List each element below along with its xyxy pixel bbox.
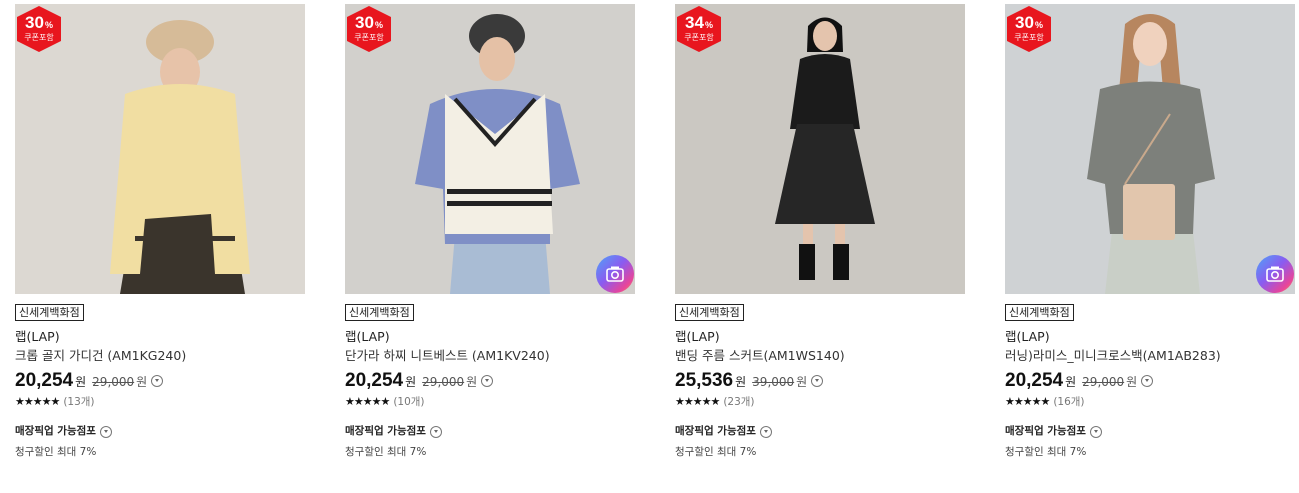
original-price: 39,000 xyxy=(752,375,795,389)
product-name[interactable]: 밴딩 주름 스커트(AM1WS140) xyxy=(675,348,965,364)
store-tag: 신세계백화점 xyxy=(1005,304,1074,321)
currency-label: 원 xyxy=(796,375,808,389)
brand-name[interactable]: 랩(LAP) xyxy=(345,329,635,345)
discount-badge: 30% 쿠폰포함 xyxy=(17,6,61,52)
store-pickup-link[interactable]: 매장픽업 가능점포 xyxy=(1005,423,1295,438)
sale-price: 25,536 xyxy=(675,370,734,391)
sale-price: 20,254 xyxy=(1005,370,1064,391)
pickup-label: 매장픽업 가능점포 xyxy=(675,425,756,437)
price-row: 20,254 원 29,000 원 xyxy=(15,370,305,392)
camera-review-icon[interactable] xyxy=(1256,255,1294,293)
product-name[interactable]: 러닝)라미스_미니크로스백(AM1AB283) xyxy=(1005,348,1295,364)
price-row: 25,536 원 39,000 원 xyxy=(675,370,965,392)
product-name[interactable]: 단가라 하찌 니트베스트 (AM1KV240) xyxy=(345,348,635,364)
review-count[interactable]: (10개) xyxy=(393,394,424,409)
chevron-down-circle-icon[interactable] xyxy=(99,425,112,438)
billing-discount: 청구할인 최대 7% xyxy=(15,446,97,458)
sale-price: 20,254 xyxy=(345,370,404,391)
store-pickup-link[interactable]: 매장픽업 가능점포 xyxy=(15,423,305,438)
product-card[interactable]: 30% 쿠폰포함 신세계백화점 랩(LAP) 러닝)라미스_미니크로스백(AM1… xyxy=(1005,4,1295,459)
currency-label: 원 xyxy=(735,375,747,389)
review-count[interactable]: (13개) xyxy=(63,394,94,409)
rating: ★★★★★ (13개) xyxy=(15,394,305,408)
coupon-included-label: 쿠폰포함 xyxy=(1014,33,1044,42)
discount-badge: 30% 쿠폰포함 xyxy=(1007,6,1051,52)
product-card[interactable]: 30% 쿠폰포함 신세계백화점 랩(LAP) 크롭 골지 가디건 (AM1KG2… xyxy=(15,4,305,459)
star-rating: ★★★★★ xyxy=(345,394,390,408)
currency-label: 원 xyxy=(466,375,478,389)
product-image[interactable]: 30% 쿠폰포함 xyxy=(1005,4,1295,294)
pickup-label: 매장픽업 가능점포 xyxy=(345,425,426,437)
chevron-down-circle-icon[interactable] xyxy=(759,425,772,438)
store-tag: 신세계백화점 xyxy=(15,304,84,321)
camera-review-icon[interactable] xyxy=(596,255,634,293)
store-tag: 신세계백화점 xyxy=(675,304,744,321)
review-count[interactable]: (23개) xyxy=(723,394,754,409)
chevron-down-circle-icon[interactable] xyxy=(429,425,442,438)
billing-discount: 청구할인 최대 7% xyxy=(675,446,757,458)
store-tag: 신세계백화점 xyxy=(345,304,414,321)
product-image[interactable]: 30% 쿠폰포함 xyxy=(345,4,635,294)
billing-discount: 청구할인 최대 7% xyxy=(345,446,427,458)
rating: ★★★★★ (16개) xyxy=(1005,394,1295,408)
pickup-label: 매장픽업 가능점포 xyxy=(15,425,96,437)
product-name[interactable]: 크롭 골지 가디건 (AM1KG240) xyxy=(15,348,305,364)
discount-percent: 34% xyxy=(685,13,713,32)
coupon-included-label: 쿠폰포함 xyxy=(354,33,384,42)
discount-percent: 30% xyxy=(25,13,53,32)
currency-label: 원 xyxy=(405,375,417,389)
discount-percent: 30% xyxy=(1015,13,1043,32)
original-price: 29,000 xyxy=(92,375,135,389)
product-image[interactable]: 30% 쿠폰포함 xyxy=(15,4,305,294)
brand-name[interactable]: 랩(LAP) xyxy=(675,329,965,345)
product-image[interactable]: 34% 쿠폰포함 xyxy=(675,4,965,294)
product-card[interactable]: 30% 쿠폰포함 신세계백화점 랩(LAP) 단가라 하찌 니트베스트 (AM1… xyxy=(345,4,635,459)
discount-badge: 34% 쿠폰포함 xyxy=(677,6,721,52)
star-rating: ★★★★★ xyxy=(15,394,60,408)
currency-label: 원 xyxy=(1126,375,1138,389)
currency-label: 원 xyxy=(75,375,87,389)
coupon-included-label: 쿠폰포함 xyxy=(24,33,54,42)
currency-label: 원 xyxy=(136,375,148,389)
product-card[interactable]: 34% 쿠폰포함 신세계백화점 랩(LAP) 밴딩 주름 스커트(AM1WS14… xyxy=(675,4,965,459)
product-grid: 30% 쿠폰포함 신세계백화점 랩(LAP) 크롭 골지 가디건 (AM1KG2… xyxy=(0,0,1299,493)
billing-discount: 청구할인 최대 7% xyxy=(1005,446,1087,458)
chevron-down-circle-icon[interactable] xyxy=(1089,425,1102,438)
rating: ★★★★★ (23개) xyxy=(675,394,965,408)
price-row: 20,254 원 29,000 원 xyxy=(1005,370,1295,392)
star-rating: ★★★★★ xyxy=(1005,394,1050,408)
brand-name[interactable]: 랩(LAP) xyxy=(1005,329,1295,345)
brand-name[interactable]: 랩(LAP) xyxy=(15,329,305,345)
price-row: 20,254 원 29,000 원 xyxy=(345,370,635,392)
chevron-down-circle-icon[interactable] xyxy=(481,375,494,387)
discount-badge: 30% 쿠폰포함 xyxy=(347,6,391,52)
rating: ★★★★★ (10개) xyxy=(345,394,635,408)
sale-price: 20,254 xyxy=(15,370,74,391)
chevron-down-circle-icon[interactable] xyxy=(1141,375,1154,387)
pickup-label: 매장픽업 가능점포 xyxy=(1005,425,1086,437)
review-count[interactable]: (16개) xyxy=(1053,394,1084,409)
chevron-down-circle-icon[interactable] xyxy=(151,375,164,387)
chevron-down-circle-icon[interactable] xyxy=(811,375,824,387)
currency-label: 원 xyxy=(1065,375,1077,389)
store-pickup-link[interactable]: 매장픽업 가능점포 xyxy=(345,423,635,438)
original-price: 29,000 xyxy=(422,375,465,389)
store-pickup-link[interactable]: 매장픽업 가능점포 xyxy=(675,423,965,438)
coupon-included-label: 쿠폰포함 xyxy=(684,33,714,42)
discount-percent: 30% xyxy=(355,13,383,32)
star-rating: ★★★★★ xyxy=(675,394,720,408)
original-price: 29,000 xyxy=(1082,375,1125,389)
